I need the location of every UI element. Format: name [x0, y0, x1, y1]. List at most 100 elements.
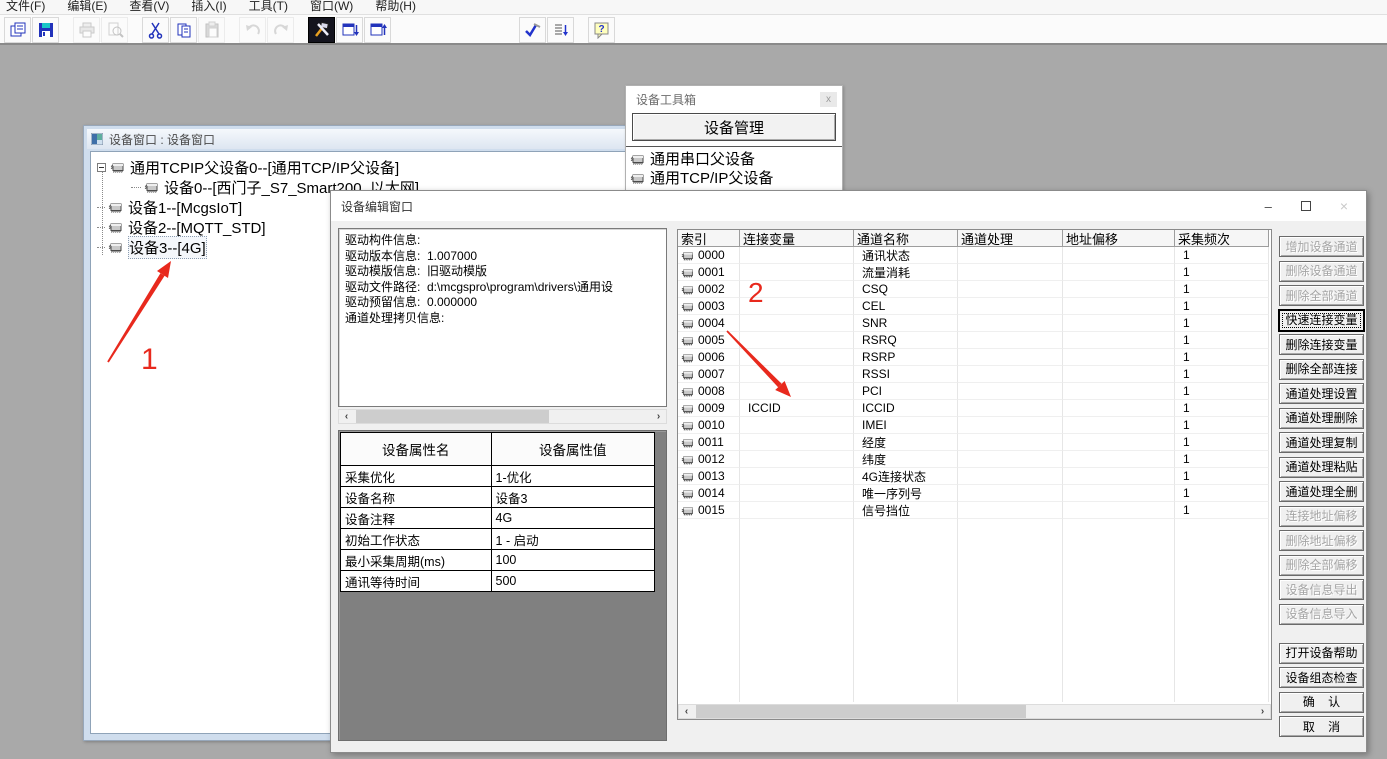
- tree-connector-stub: [97, 206, 105, 208]
- preview-icon: [108, 22, 124, 38]
- channel-cell: 流量消耗: [854, 264, 958, 281]
- side-button-14: 设备信息导出: [1279, 579, 1364, 600]
- scrollbar-track[interactable]: [354, 410, 651, 423]
- channel-column-header[interactable]: 通道处理: [958, 230, 1063, 247]
- device-editor-dialog: 设备编辑窗口 – × 驱动构件信息: 驱动版本信息: 1.007000 驱动模版…: [330, 190, 1367, 753]
- menu-item-6[interactable]: 帮助(H): [375, 0, 416, 13]
- device-window-titlebar[interactable]: 设备窗口 : 设备窗口: [87, 129, 656, 149]
- maximize-icon[interactable]: [1300, 201, 1311, 211]
- minimize-icon[interactable]: –: [1265, 199, 1272, 214]
- scrollbar-thumb[interactable]: [696, 705, 1026, 718]
- channel-column-header[interactable]: 通道名称: [854, 230, 958, 247]
- copy-button[interactable]: [170, 16, 197, 43]
- property-row[interactable]: 设备注释 4G: [340, 507, 656, 529]
- channel-row[interactable]: 0014 唯一序列号 1: [678, 485, 1271, 502]
- channel-cell: [1063, 468, 1175, 485]
- side-button-5[interactable]: 删除全部连接: [1279, 358, 1364, 380]
- channel-cell: 1: [1175, 485, 1269, 502]
- copy-icon: [177, 23, 190, 37]
- side-button-8[interactable]: 通道处理复制: [1279, 432, 1364, 453]
- property-table-header: 设备属性名: [340, 432, 492, 466]
- side-button-18[interactable]: 确 认: [1279, 691, 1364, 713]
- property-row[interactable]: 初始工作状态 1 - 启动: [340, 528, 656, 550]
- channel-row[interactable]: 0009 ICCID ICCID 1: [678, 400, 1271, 417]
- channel-row[interactable]: 0011 经度 1: [678, 434, 1271, 451]
- channel-cell: [740, 468, 854, 485]
- channel-row[interactable]: 0013 4G连接状态 1: [678, 468, 1271, 485]
- menu-item-5[interactable]: 窗口(W): [310, 0, 353, 13]
- channel-cell: 1: [1175, 298, 1269, 315]
- channel-row[interactable]: 0006 RSRP 1: [678, 349, 1271, 366]
- channel-row[interactable]: 0004 SNR 1: [678, 315, 1271, 332]
- toolbox-item-0[interactable]: 通用串口父设备: [628, 149, 840, 168]
- channel-row[interactable]: 0007 RSSI 1: [678, 366, 1271, 383]
- chip-icon: [108, 221, 124, 233]
- property-cell: 500: [490, 570, 656, 592]
- side-button-16[interactable]: 打开设备帮助: [1279, 642, 1364, 664]
- scroll-right-icon[interactable]: ›: [651, 410, 666, 423]
- save-button[interactable]: [32, 16, 59, 43]
- channel-cell: [1063, 485, 1175, 502]
- chip-icon: [144, 181, 160, 193]
- channel-row[interactable]: 0015 信号挡位 1: [678, 502, 1271, 519]
- property-row[interactable]: 通讯等待时间 500: [340, 570, 656, 592]
- help-button[interactable]: ?: [588, 16, 615, 43]
- cut-button[interactable]: [142, 16, 169, 43]
- scrollbar-track[interactable]: [694, 705, 1255, 718]
- property-row[interactable]: 采集优化 1-优化: [340, 465, 656, 487]
- close-icon[interactable]: ×: [1340, 198, 1348, 214]
- device-manage-button[interactable]: 设备管理: [632, 113, 836, 141]
- channel-row[interactable]: 0001 流量消耗 1: [678, 264, 1271, 281]
- device-toolbox-titlebar[interactable]: 设备工具箱 x: [626, 86, 842, 113]
- channel-row[interactable]: 0008 PCI 1: [678, 383, 1271, 400]
- channel-cell: [1063, 349, 1175, 366]
- channel-row[interactable]: 0002 CSQ 1: [678, 281, 1271, 298]
- channel-row[interactable]: 0012 纬度 1: [678, 451, 1271, 468]
- tools-button[interactable]: [308, 16, 335, 43]
- menu-item-2[interactable]: 查看(V): [129, 0, 169, 13]
- channel-cell: [740, 366, 854, 383]
- side-button-19[interactable]: 取 消: [1279, 716, 1364, 737]
- side-button-4[interactable]: 删除连接变量: [1279, 334, 1364, 355]
- device-editor-titlebar[interactable]: 设备编辑窗口 – ×: [331, 191, 1366, 221]
- scrollbar-thumb[interactable]: [356, 410, 549, 423]
- collapse-icon[interactable]: [97, 162, 106, 172]
- tree-item-0[interactable]: 通用TCPIP父设备0--[通用TCP/IP父设备]: [97, 157, 650, 177]
- channel-row[interactable]: 0005 RSRQ 1: [678, 332, 1271, 349]
- scroll-left-icon[interactable]: ‹: [679, 705, 694, 718]
- channel-column-header[interactable]: 索引: [678, 230, 740, 247]
- menu-item-1[interactable]: 编辑(E): [67, 0, 107, 13]
- channel-row[interactable]: 0010 IMEI 1: [678, 417, 1271, 434]
- side-button-7[interactable]: 通道处理删除: [1279, 407, 1364, 429]
- side-button-9[interactable]: 通道处理粘贴: [1279, 456, 1364, 478]
- toolbox-item-1[interactable]: 通用TCP/IP父设备: [628, 168, 840, 187]
- check-icon: [524, 22, 540, 37]
- menu-item-0[interactable]: 文件(F): [6, 0, 45, 13]
- scroll-right-icon[interactable]: ›: [1255, 705, 1270, 718]
- menu-item-3[interactable]: 插入(I): [191, 0, 226, 13]
- channel-column-header[interactable]: 地址偏移: [1063, 230, 1175, 247]
- close-icon[interactable]: x: [820, 92, 837, 107]
- side-button-6[interactable]: 通道处理设置: [1279, 383, 1364, 404]
- new-window-button[interactable]: [4, 16, 31, 43]
- sort-button[interactable]: [547, 16, 574, 43]
- channel-column-header[interactable]: 采集频次: [1175, 230, 1269, 247]
- menu-item-4[interactable]: 工具(T): [249, 0, 288, 13]
- property-row[interactable]: 最小采集周期(ms) 100: [340, 549, 656, 571]
- window-import-button[interactable]: [364, 16, 391, 43]
- window-export-button[interactable]: [336, 16, 363, 43]
- channel-row[interactable]: 0000 通讯状态 1: [678, 247, 1271, 264]
- side-button-10[interactable]: 通道处理全删: [1279, 481, 1364, 502]
- side-button-17[interactable]: 设备组态检查: [1279, 667, 1364, 688]
- scroll-left-icon[interactable]: ‹: [339, 410, 354, 423]
- new-icon: [10, 22, 25, 36]
- side-button-3[interactable]: 快速连接变量: [1279, 309, 1364, 331]
- channel-row[interactable]: 0003 CEL 1: [678, 298, 1271, 315]
- chip-icon: [681, 403, 695, 414]
- property-row[interactable]: 设备名称 设备3: [340, 486, 656, 508]
- check-button[interactable]: [519, 16, 546, 43]
- tools-icon: [314, 21, 329, 37]
- channel-table-rows: 0000 通讯状态 1 0001 流量消耗 1 0002 CSQ 1 0003 CEL 1 0004 SN…: [678, 247, 1271, 519]
- channel-column-header[interactable]: 连接变量: [740, 230, 854, 247]
- chip-icon: [630, 153, 646, 165]
